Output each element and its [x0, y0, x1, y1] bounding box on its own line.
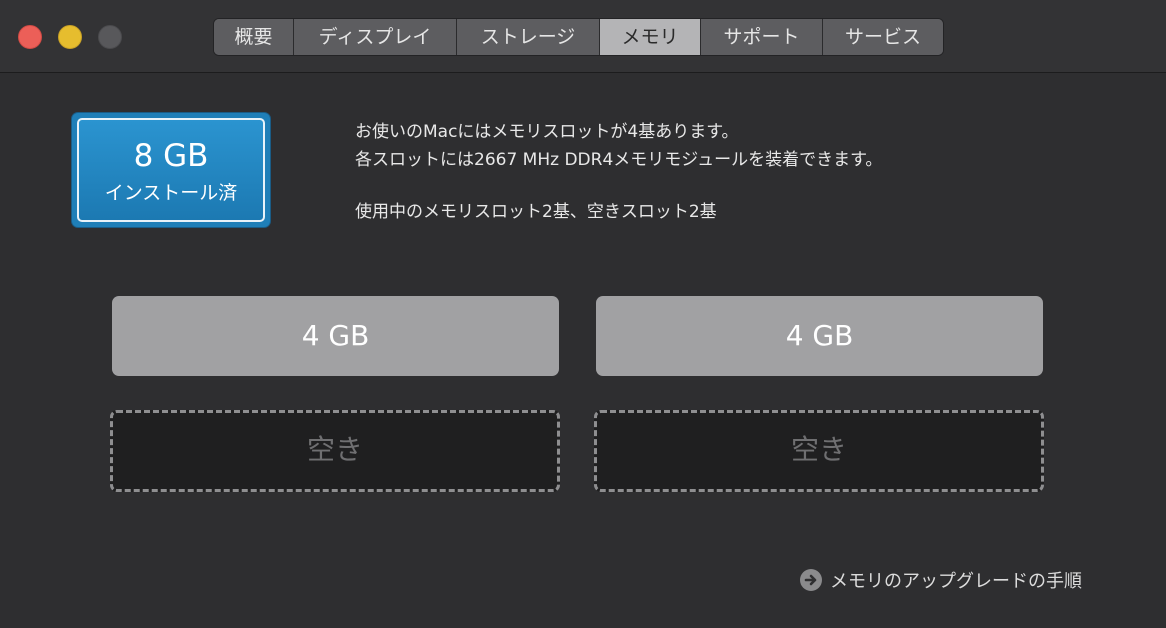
tab-bar: 概要 ディスプレイ ストレージ メモリ サポート サービス: [213, 18, 944, 56]
memory-slot-1: 4 GB: [112, 296, 559, 376]
memory-info-spec: 各スロットには2667 MHz DDR4メモリモジュールを装着できます。: [355, 150, 883, 170]
installed-memory-badge: 8 GB インストール済: [72, 113, 270, 227]
memory-info: お使いのMacにはメモリスロットが4基あります。 各スロットには2667 MHz…: [355, 118, 882, 226]
installed-memory-size: 8 GB: [133, 138, 209, 174]
memory-info-slots: お使いのMacにはメモリスロットが4基あります。: [355, 122, 739, 142]
memory-upgrade-link-label[interactable]: メモリのアップグレードの手順: [830, 567, 1082, 593]
zoom-button[interactable]: [98, 25, 122, 49]
memory-info-usage: 使用中のメモリスロット2基、空きスロット2基: [355, 202, 717, 222]
minimize-button[interactable]: [58, 25, 82, 49]
arrow-right-circle-icon: [800, 569, 822, 591]
installed-memory-inner: 8 GB インストール済: [77, 118, 265, 222]
tab-support[interactable]: サポート: [701, 19, 823, 55]
installed-memory-label: インストール済: [104, 182, 238, 204]
tab-service[interactable]: サービス: [823, 19, 943, 55]
tab-overview[interactable]: 概要: [214, 19, 294, 55]
memory-slot-3: 空き: [110, 410, 560, 492]
memory-slot-2: 4 GB: [596, 296, 1043, 376]
tab-displays[interactable]: ディスプレイ: [294, 19, 457, 55]
memory-upgrade-link[interactable]: メモリのアップグレードの手順: [800, 567, 1082, 593]
tab-memory[interactable]: メモリ: [600, 19, 701, 55]
tab-storage[interactable]: ストレージ: [457, 19, 600, 55]
close-button[interactable]: [18, 25, 42, 49]
memory-slot-4: 空き: [594, 410, 1044, 492]
about-this-mac-window: 概要 ディスプレイ ストレージ メモリ サポート サービス 8 GB インストー…: [0, 0, 1166, 628]
title-bar: 概要 ディスプレイ ストレージ メモリ サポート サービス: [0, 0, 1166, 73]
